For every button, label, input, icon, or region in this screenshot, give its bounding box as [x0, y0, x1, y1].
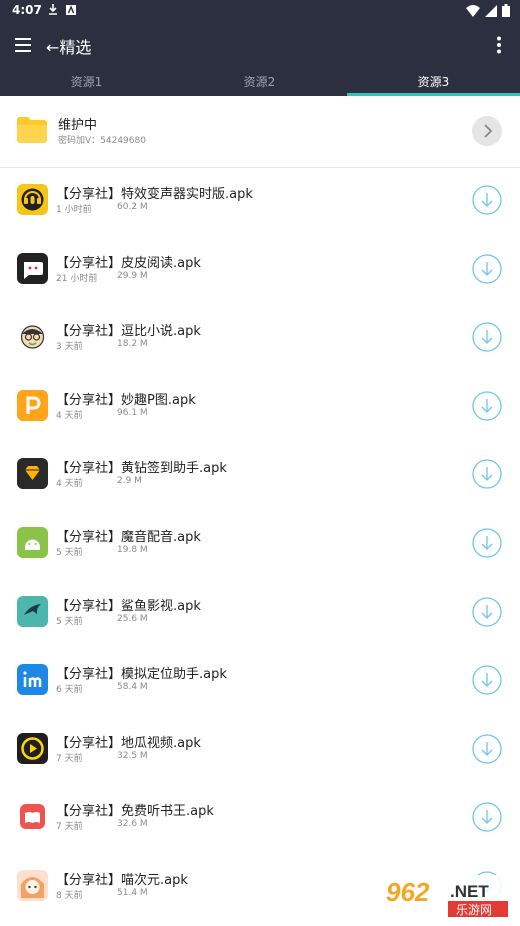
file-size: 60.2 M: [117, 202, 148, 212]
download-icon[interactable]: [472, 185, 502, 215]
file-size: 25.6 M: [117, 613, 148, 624]
list-item[interactable]: 【分享社】免费听书王.apk 7 天前 32.6 M: [0, 785, 520, 854]
tab-resource-2[interactable]: 资源2: [173, 70, 346, 96]
file-name: 【分享社】地瓜视频.apk: [56, 735, 201, 751]
file-time: 7 天前: [56, 753, 83, 764]
more-options-icon[interactable]: [496, 36, 502, 54]
site-watermark: 962 .NET 乐游网: [380, 875, 516, 919]
download-icon[interactable]: [472, 802, 502, 832]
file-size: 32.5 M: [117, 750, 148, 761]
file-time: 5 天前: [56, 616, 83, 627]
file-size: 2.9 M: [117, 476, 142, 487]
download-icon[interactable]: [472, 322, 502, 352]
signal-icon: [485, 4, 497, 17]
download-icon[interactable]: [472, 253, 502, 284]
app-bar: ←精选: [0, 22, 520, 70]
download-icon[interactable]: [472, 734, 502, 764]
file-size: 58.4 M: [117, 682, 148, 693]
download-status-icon: [49, 4, 57, 15]
folder-subtitle: 密码加V：54249680: [58, 136, 146, 146]
download-icon[interactable]: [472, 665, 502, 695]
location-mock-app-icon: [17, 664, 48, 696]
file-time: 6 天前: [56, 685, 83, 696]
file-name: 【分享社】免费听书王.apk: [56, 804, 214, 820]
file-size: 96.1 M: [117, 407, 148, 418]
file-name: 【分享社】模拟定位助手.apk: [56, 667, 227, 683]
page-title[interactable]: ←精选: [46, 34, 91, 58]
file-size: 19.8 M: [117, 544, 148, 555]
list-item[interactable]: 【分享社】鲨鱼影视.apk 5 天前 25.6 M: [0, 580, 520, 649]
miaoqu-ptu-app-icon: [17, 389, 48, 421]
list-item[interactable]: 【分享社】皮皮阅读.apk 21 小时前 29.9 M: [0, 237, 520, 306]
status-bar: 4:07: [0, 0, 520, 22]
list-item[interactable]: 【分享社】妙趣P图.apk 4 天前 96.1 M: [0, 374, 520, 443]
file-name: 【分享社】魔音配音.apk: [56, 529, 201, 545]
file-name: 【分享社】黄钻签到助手.apk: [56, 461, 227, 477]
tab-resource-1[interactable]: 资源1: [0, 70, 173, 96]
file-name: 【分享社】皮皮阅读.apk: [56, 255, 201, 271]
folder-icon: [17, 117, 47, 143]
digua-video-app-icon: [17, 732, 48, 764]
list-item[interactable]: 【分享社】魔音配音.apk 5 天前 19.8 M: [0, 511, 520, 580]
status-time: 4:07: [12, 3, 42, 17]
list-item[interactable]: 【分享社】逗比小说.apk 3 天前 18.2 M: [0, 305, 520, 374]
file-name: 【分享社】特效变声器实时版.apk: [56, 187, 253, 202]
file-time: 4 天前: [56, 410, 83, 421]
watermark-number: 962: [386, 877, 430, 907]
file-time: 8 天前: [56, 890, 83, 901]
file-size: 32.6 M: [117, 819, 148, 830]
battery-icon: [502, 4, 510, 17]
list-item[interactable]: 【分享社】地瓜视频.apk 7 天前 32.5 M: [0, 717, 520, 786]
free-audiobook-app-icon: [17, 801, 48, 833]
menu-icon[interactable]: [14, 36, 32, 54]
android-app-icon: [17, 526, 48, 558]
file-time: 21 小时前: [56, 273, 98, 284]
doubi-novel-app-icon: [17, 321, 48, 353]
file-time: 5 天前: [56, 547, 83, 558]
watermark-cn: 乐游网: [456, 903, 492, 917]
shark-video-app-icon: [17, 595, 48, 627]
file-name: 【分享社】喵次元.apk: [56, 872, 188, 888]
pipi-reader-app-icon: [17, 252, 48, 284]
list-item[interactable]: 【分享社】特效变声器实时版.apk 1 小时前 60.2 M: [0, 168, 520, 237]
file-size: 18.2 M: [117, 339, 148, 350]
watermark-net: .NET: [450, 882, 489, 901]
file-time: 3 天前: [56, 342, 83, 353]
download-icon[interactable]: [472, 391, 502, 421]
miao-ciyuan-app-icon: [17, 869, 48, 901]
file-time: 4 天前: [56, 479, 83, 490]
file-name: 【分享社】逗比小说.apk: [56, 324, 201, 340]
app-status-icon: [66, 5, 76, 15]
list-item[interactable]: 【分享社】黄钻签到助手.apk 4 天前 2.9 M: [0, 442, 520, 511]
folder-row[interactable]: 维护中 密码加V：54249680: [0, 96, 520, 168]
download-icon[interactable]: [472, 459, 502, 490]
download-icon[interactable]: [472, 596, 502, 627]
wifi-icon: [466, 4, 480, 17]
voice-changer-app-icon: [17, 184, 48, 215]
file-size: 51.4 M: [117, 887, 148, 898]
chevron-right-icon[interactable]: [472, 116, 502, 146]
file-list: 【分享社】特效变声器实时版.apk 1 小时前 60.2 M 【分享社】皮皮阅读…: [0, 168, 520, 923]
yellow-diamond-app-icon: [17, 458, 48, 490]
file-size: 29.9 M: [117, 270, 148, 281]
folder-title: 维护中: [58, 118, 98, 133]
file-time: 7 天前: [56, 822, 83, 833]
file-time: 1 小时前: [56, 205, 92, 215]
download-icon[interactable]: [472, 528, 502, 558]
list-item[interactable]: 【分享社】模拟定位助手.apk 6 天前 58.4 M: [0, 648, 520, 717]
file-name: 【分享社】妙趣P图.apk: [56, 392, 196, 408]
file-name: 【分享社】鲨鱼影视.apk: [56, 598, 201, 614]
